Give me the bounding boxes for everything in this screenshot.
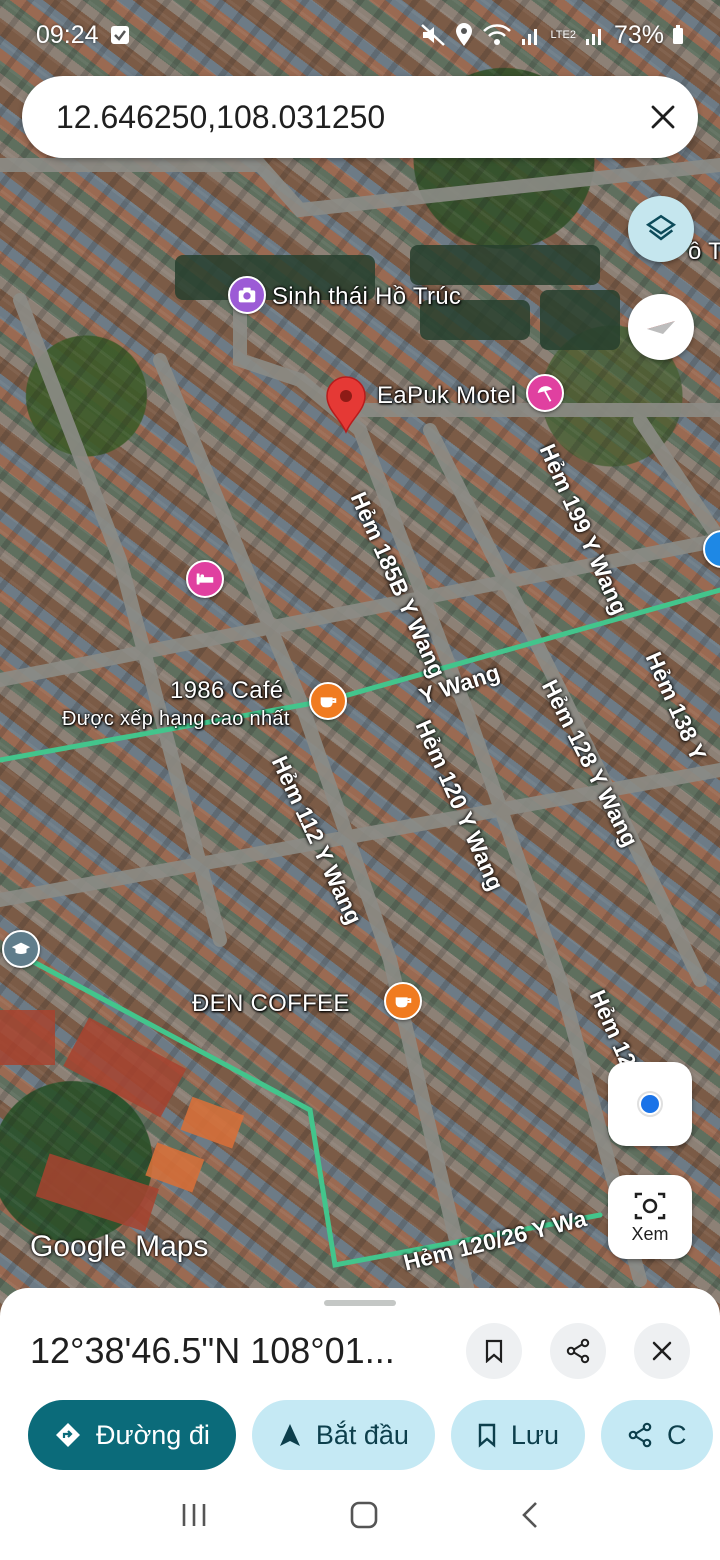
compass-icon bbox=[647, 321, 675, 334]
road-top bbox=[0, 158, 720, 218]
home-button[interactable] bbox=[348, 1499, 380, 1531]
share-icon bbox=[566, 1338, 590, 1364]
lens-view-button[interactable]: Xem bbox=[608, 1175, 692, 1259]
coordinate-header: 12°38'46.5"N 108°01... bbox=[30, 1323, 690, 1379]
share-chip-button[interactable]: C bbox=[601, 1400, 713, 1470]
place-edge-label: ồ T bbox=[688, 238, 720, 265]
beach-umbrella-icon[interactable] bbox=[526, 374, 564, 412]
share-label: C bbox=[667, 1419, 687, 1450]
clear-search-button[interactable] bbox=[650, 104, 676, 130]
road-east bbox=[633, 413, 720, 547]
road-west bbox=[13, 293, 227, 947]
close-icon bbox=[652, 1341, 672, 1361]
close-sheet-button[interactable] bbox=[634, 1323, 690, 1379]
recent-apps-button[interactable] bbox=[179, 1500, 209, 1530]
home-icon bbox=[350, 1501, 378, 1529]
share-button[interactable] bbox=[550, 1323, 606, 1379]
search-bar[interactable]: 12.646250,108.031250 bbox=[22, 76, 698, 158]
directions-label: Đường đi bbox=[96, 1419, 210, 1450]
save-button[interactable]: Lưu bbox=[450, 1400, 586, 1470]
mute-icon bbox=[421, 24, 446, 46]
camera-icon[interactable] bbox=[228, 276, 266, 314]
battery-icon bbox=[673, 25, 683, 44]
place-eapuk-motel[interactable]: EaPuk Motel bbox=[377, 382, 516, 410]
system-navigation-bar bbox=[0, 1470, 720, 1560]
camera-lens-icon bbox=[634, 1192, 666, 1219]
my-location-button[interactable] bbox=[608, 1062, 692, 1146]
bookmark-icon bbox=[485, 1339, 503, 1363]
compass-button[interactable] bbox=[628, 294, 694, 360]
signal-icon bbox=[522, 29, 538, 45]
place-1986-cafe[interactable]: 1986 Café bbox=[170, 677, 283, 705]
network-type: LTE2 bbox=[550, 28, 576, 41]
hotel-bed-icon[interactable] bbox=[186, 560, 224, 598]
start-label: Bắt đầu bbox=[315, 1419, 409, 1450]
save-label: Lưu bbox=[510, 1419, 560, 1450]
layers-button[interactable] bbox=[628, 196, 694, 262]
recent-apps-icon bbox=[183, 1504, 206, 1526]
close-icon bbox=[651, 105, 675, 129]
google-maps-watermark: Google Maps bbox=[30, 1230, 209, 1263]
start-navigation-button[interactable]: Bắt đầu bbox=[251, 1400, 435, 1470]
lens-label: Xem bbox=[631, 1223, 669, 1244]
check-icon bbox=[110, 26, 129, 44]
place-1986-cafe-subtitle: Được xếp hạng cao nhất bbox=[62, 708, 290, 730]
place-sinh-thai-ho-truc[interactable]: Sinh thái Hồ Trúc bbox=[272, 283, 461, 311]
status-bar: 09:24 LTE2 73% bbox=[0, 0, 720, 70]
satellite-map[interactable]: Sinh thái Hồ Trúc EaPuk Motel ồ T 1986 C… bbox=[0, 0, 720, 1320]
share-icon bbox=[628, 1422, 652, 1448]
back-button[interactable] bbox=[519, 1500, 541, 1530]
sheet-drag-handle[interactable] bbox=[324, 1300, 396, 1306]
place-den-coffee[interactable]: ĐEN COFFEE bbox=[192, 990, 350, 1018]
my-location-icon bbox=[637, 1091, 663, 1117]
battery-percent: 73% bbox=[613, 20, 664, 49]
coffee-cup-icon[interactable] bbox=[309, 682, 347, 720]
directions-icon bbox=[56, 1423, 80, 1447]
search-query[interactable]: 12.646250,108.031250 bbox=[56, 99, 650, 136]
school-cap-icon[interactable] bbox=[2, 930, 40, 968]
signal-icon bbox=[585, 29, 601, 45]
back-icon bbox=[521, 1502, 537, 1528]
bookmark-button[interactable] bbox=[466, 1323, 522, 1379]
wifi-icon bbox=[483, 24, 512, 45]
directions-button[interactable]: Đường đi bbox=[28, 1400, 236, 1470]
status-time: 09:24 bbox=[36, 20, 99, 49]
location-icon bbox=[456, 23, 473, 46]
action-chips: Đường đi Bắt đầu Lưu C bbox=[28, 1400, 720, 1470]
coordinate-title: 12°38'46.5"N 108°01... bbox=[30, 1330, 395, 1371]
bookmark-icon bbox=[478, 1423, 496, 1448]
coffee-cup-icon[interactable] bbox=[384, 982, 422, 1020]
navigation-arrow-icon bbox=[279, 1424, 300, 1446]
layers-icon bbox=[645, 214, 677, 241]
